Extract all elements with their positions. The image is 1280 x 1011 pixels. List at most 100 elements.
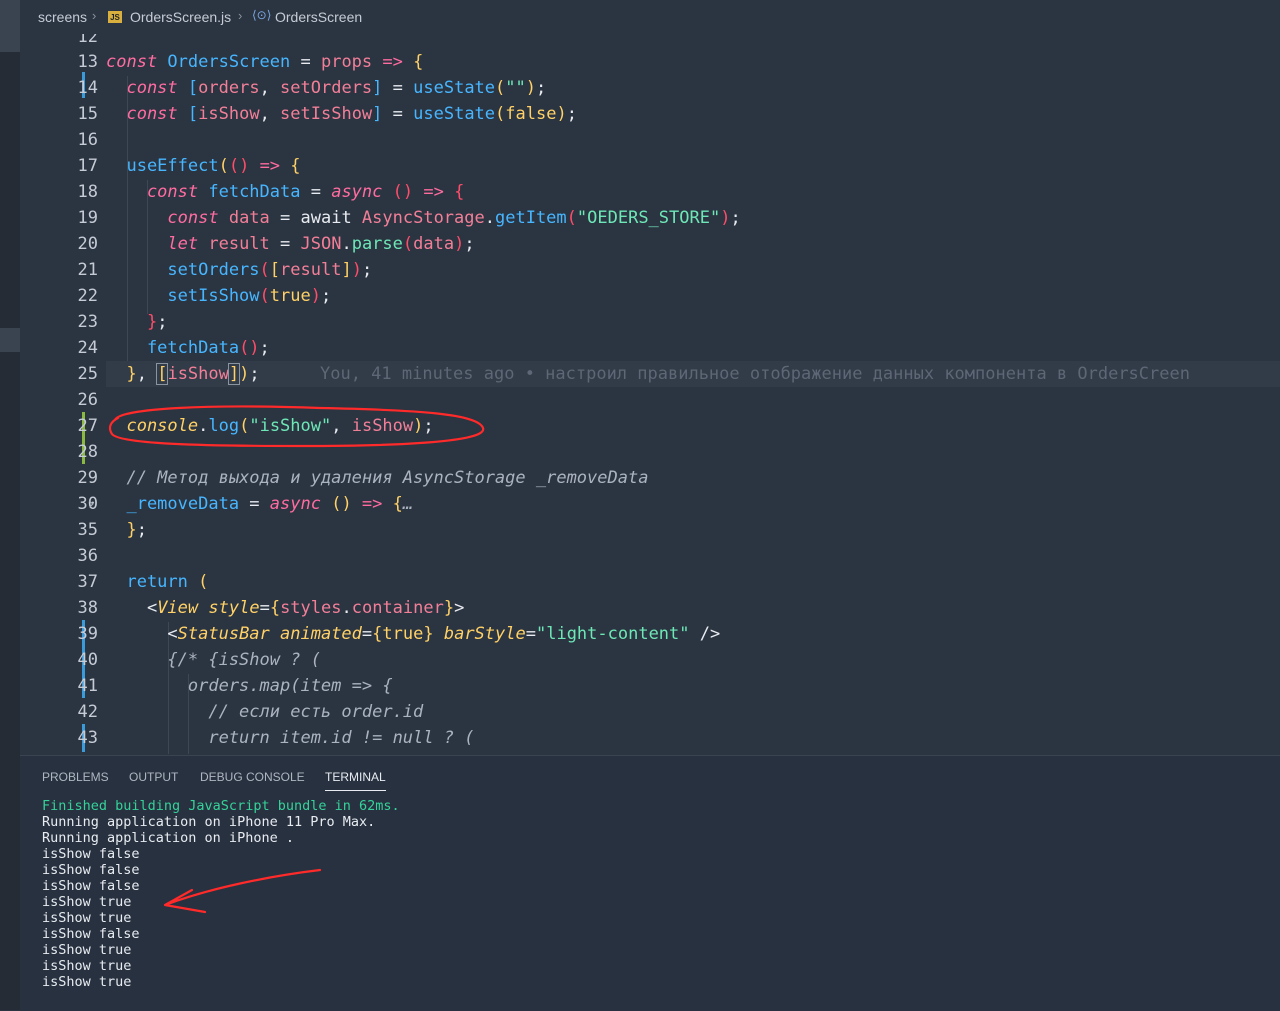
code-text: <View style={styles.container}> [106, 598, 465, 618]
code-text: const [isShow, setIsShow] = useState(fal… [106, 104, 577, 124]
line-number: 26 [77, 390, 98, 410]
line-number: 42 [77, 702, 98, 722]
code-line: 13 const OrdersScreen = props => { [20, 49, 1280, 75]
line-number: 29 [77, 468, 98, 488]
line-number: 22 [77, 286, 98, 306]
code-comment: orders.map(item => { [106, 676, 393, 696]
code-text: const data = await AsyncStorage.getItem(… [106, 208, 741, 228]
line-number: 21 [77, 260, 98, 280]
code-text: _removeData = async () => {… [106, 494, 414, 514]
chevron-right-icon: › [238, 8, 243, 23]
code-line: 16 [20, 127, 1280, 153]
terminal-line: isShow true [42, 974, 132, 990]
code-text: const OrdersScreen = props => { [106, 52, 424, 72]
code-editor[interactable]: 12 13 const OrdersScreen = props => { 14… [20, 34, 1280, 754]
terminal-line: Finished building JavaScript bundle in 6… [42, 798, 400, 814]
code-line: 38 <View style={styles.container}> [20, 595, 1280, 621]
line-number: 24 [77, 338, 98, 358]
line-number: 19 [77, 208, 98, 228]
line-number: 35 [77, 520, 98, 540]
line-number: 28 [77, 442, 98, 462]
code-line: 15 const [isShow, setIsShow] = useState(… [20, 101, 1280, 127]
line-number: 37 [77, 572, 98, 592]
line-number: 40 [77, 650, 98, 670]
code-line: 17 useEffect(() => { [20, 153, 1280, 179]
breadcrumb-folder[interactable]: screens [38, 9, 87, 25]
code-line: 18 const fetchData = async () => { [20, 179, 1280, 205]
code-line: 36 [20, 543, 1280, 569]
line-number: 36 [77, 546, 98, 566]
code-comment: // Метод выхода и удаления AsyncStorage … [106, 468, 649, 488]
terminal-line: isShow true [42, 910, 132, 926]
terminal-line: Running application on iPhone . [42, 830, 294, 846]
terminal-line: isShow false [42, 926, 140, 942]
code-comment: {/* {isShow ? ( [106, 650, 321, 670]
code-line: 35 }; [20, 517, 1280, 543]
line-number: 15 [77, 104, 98, 124]
line-number: 27 [77, 416, 98, 436]
line-number: 23 [77, 312, 98, 332]
terminal-line: isShow false [42, 862, 140, 878]
code-line: 14 const [orders, setOrders] = useState(… [20, 75, 1280, 101]
line-number: 13 [77, 52, 98, 72]
code-line: 22 setIsShow(true); [20, 283, 1280, 309]
code-line: 12 [20, 34, 1280, 50]
code-line: 41 orders.map(item => { [20, 673, 1280, 699]
code-line: 20 let result = JSON.parse(data); [20, 231, 1280, 257]
code-line: 43 return item.id != null ? ( [20, 725, 1280, 751]
terminal-line: isShow true [42, 958, 132, 974]
bottom-panel: PROBLEMS OUTPUT DEBUG CONSOLE TERMINAL F… [20, 755, 1280, 1011]
code-text: const fetchData = async () => { [106, 182, 465, 202]
code-line: 21 setOrders([result]); [20, 257, 1280, 283]
code-text: setOrders([result]); [106, 260, 373, 280]
code-line: 37 return ( [20, 569, 1280, 595]
line-number: 16 [77, 130, 98, 150]
tab-output[interactable]: OUTPUT [129, 770, 178, 784]
code-text: let result = JSON.parse(data); [106, 234, 475, 254]
code-line: 29 // Метод выхода и удаления AsyncStora… [20, 465, 1280, 491]
tab-terminal[interactable]: TERMINAL [325, 770, 386, 791]
code-text: return ( [106, 572, 209, 592]
code-text: }, [isShow]); [106, 363, 260, 385]
terminal-line: isShow false [42, 878, 140, 894]
terminal-line: isShow true [42, 942, 132, 958]
line-number: 38 [77, 598, 98, 618]
code-text: useEffect(() => { [106, 156, 301, 176]
activity-item[interactable] [0, 328, 20, 352]
code-text: fetchData(); [106, 338, 270, 358]
code-text: console.log("isShow", isShow); [106, 416, 434, 436]
js-file-icon: JS [108, 11, 122, 23]
code-line: 42 // если есть order.id [20, 699, 1280, 725]
code-line: 30 › _removeData = async () => {… [20, 491, 1280, 517]
breadcrumb-symbol[interactable]: OrdersScreen [275, 9, 362, 25]
line-number: 41 [77, 676, 98, 696]
code-line: 40 {/* {isShow ? ( [20, 647, 1280, 673]
code-comment: // если есть order.id [106, 702, 424, 722]
tab-debug-console[interactable]: DEBUG CONSOLE [200, 770, 305, 784]
activity-item[interactable] [0, 0, 20, 52]
code-text: <StatusBar animated={true} barStyle="lig… [106, 624, 721, 644]
code-text: }; [106, 312, 168, 332]
chevron-right-icon[interactable]: › [86, 491, 96, 517]
line-number: 20 [77, 234, 98, 254]
breadcrumb-file[interactable]: OrdersScreen.js [130, 9, 231, 25]
line-number: 12 [77, 34, 98, 47]
tab-problems[interactable]: PROBLEMS [42, 770, 109, 784]
line-number: 25 [77, 364, 98, 384]
code-text: setIsShow(true); [106, 286, 332, 306]
line-number: 17 [77, 156, 98, 176]
code-line: 28 [20, 439, 1280, 465]
code-line: 39 <StatusBar animated={true} barStyle="… [20, 621, 1280, 647]
code-line: 27 console.log("isShow", isShow); [20, 413, 1280, 439]
chevron-right-icon: › [92, 8, 97, 23]
line-number: 39 [77, 624, 98, 644]
line-number: 14 [77, 78, 98, 98]
terminal-line: Running application on iPhone 11 Pro Max… [42, 814, 376, 830]
line-number: 18 [77, 182, 98, 202]
code-line: 24 fetchData(); [20, 335, 1280, 361]
terminal-line: isShow true [42, 894, 132, 910]
breadcrumb: screens › JS OrdersScreen.js › ⟨⊙⟩ Order… [20, 0, 1280, 34]
code-line: 26 [20, 387, 1280, 413]
symbol-icon: ⟨⊙⟩ [252, 8, 272, 22]
code-line-current: 25 }, [isShow]); You, 41 minutes ago • н… [20, 361, 1280, 387]
